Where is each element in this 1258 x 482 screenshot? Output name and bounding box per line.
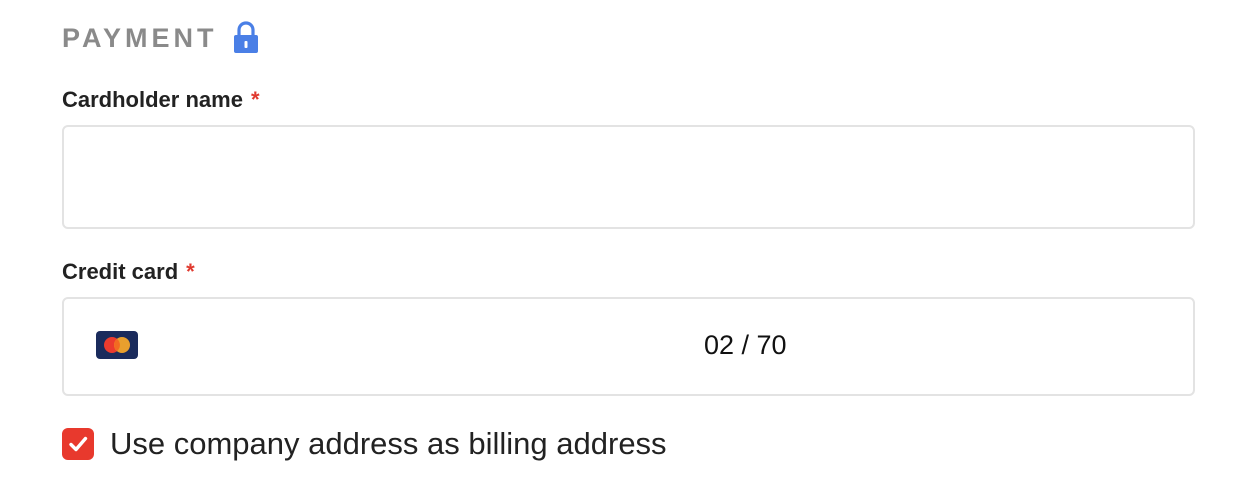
payment-section-header: PAYMENT [62, 20, 260, 56]
cardholder-name-input[interactable] [64, 127, 1193, 227]
mastercard-icon [96, 331, 138, 359]
billing-address-checkbox[interactable] [62, 428, 94, 460]
billing-address-option[interactable]: Use company address as billing address [62, 426, 667, 462]
required-marker: * [250, 87, 260, 112]
card-expiry-value[interactable]: 02 / 70 [704, 327, 787, 363]
cardholder-name-label: Cardholder name * [62, 85, 260, 115]
credit-card-label-text: Credit card [62, 259, 179, 284]
checkmark-icon [69, 436, 88, 452]
credit-card-label: Credit card * [62, 257, 195, 287]
lock-icon [232, 21, 260, 55]
cardholder-name-label-text: Cardholder name [62, 87, 243, 112]
required-marker: * [186, 259, 195, 284]
cardholder-name-field-wrapper [62, 125, 1195, 229]
billing-address-label[interactable]: Use company address as billing address [110, 426, 667, 462]
credit-card-input[interactable]: 02 / 70 [62, 297, 1195, 396]
payment-section-title: PAYMENT [62, 22, 218, 53]
